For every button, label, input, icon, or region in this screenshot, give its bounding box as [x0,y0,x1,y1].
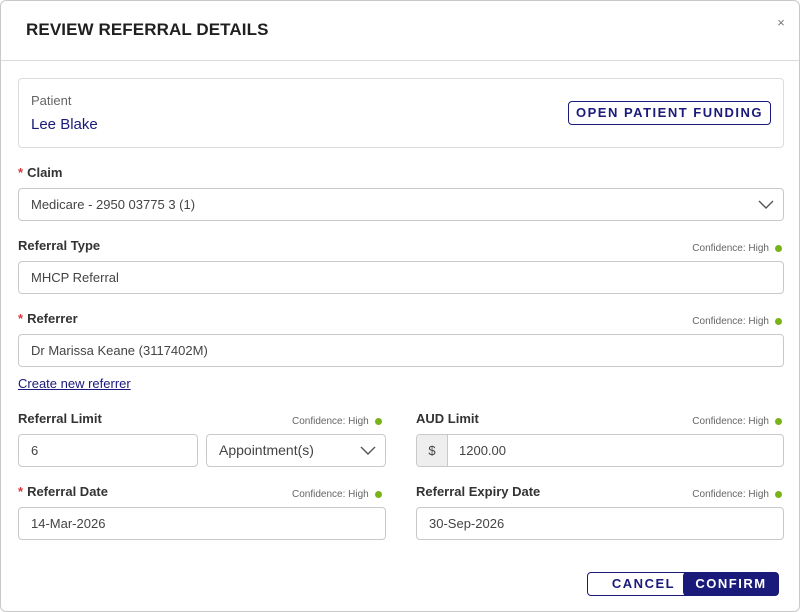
referral-limit-value: 6 [31,443,39,458]
referrer-confidence: Confidence: High [692,316,782,327]
confidence-indicator-icon [775,318,782,325]
chevron-down-icon [758,200,774,209]
referral-limit-confidence: Confidence: High [292,416,382,427]
claim-select-value: Medicare - 2950 03775 3 (1) [31,197,196,212]
referral-date-label: * Referral Date [18,484,108,499]
referral-type-confidence: Confidence: High [692,243,782,254]
modal-title: REVIEW REFERRAL DETAILS [26,20,269,39]
review-referral-modal: REVIEW REFERRAL DETAILS × Patient Lee Bl… [0,0,800,612]
referral-limit-unit-value: Appointment(s) [219,442,314,458]
referral-date-input[interactable]: 14-Mar-2026 [18,507,386,540]
referral-limit-label: Referral Limit [18,411,102,426]
confidence-indicator-icon [775,245,782,252]
referral-type-label: Referral Type [18,238,101,253]
confidence-text: Confidence: High [692,316,769,327]
confidence-text: Confidence: High [292,489,369,500]
patient-name: Lee Blake [31,116,98,133]
referrer-value: Dr Marissa Keane (3117402M) [31,343,208,358]
referral-date-confidence: Confidence: High [292,489,382,500]
confidence-text: Confidence: High [692,489,769,500]
referral-limit-input[interactable]: 6 [18,434,198,467]
close-icon[interactable]: × [774,16,788,30]
referral-expiry-label: Referral Expiry Date [416,484,541,499]
referral-expiry-confidence: Confidence: High [692,489,782,500]
referrer-input[interactable]: Dr Marissa Keane (3117402M) [18,334,784,367]
aud-limit-input[interactable]: $ 1200.00 [416,434,784,467]
referral-expiry-value: 30-Sep-2026 [429,516,505,531]
referral-limit-unit-select[interactable]: Appointment(s) [206,434,386,467]
patient-label: Patient [31,93,72,108]
chevron-down-icon [360,446,376,455]
confirm-button[interactable]: CONFIRM [683,572,779,596]
confidence-text: Confidence: High [292,416,369,427]
referral-type-value: MHCP Referral [31,270,119,285]
modal-header: REVIEW REFERRAL DETAILS × [1,1,799,61]
required-marker: * [18,311,24,326]
currency-prefix: $ [417,435,448,466]
required-marker: * [18,484,24,499]
patient-card: Patient Lee Blake OPEN PATIENT FUNDING [18,78,784,148]
confidence-indicator-icon [374,491,382,498]
confidence-indicator-icon [775,418,782,425]
aud-limit-label: AUD Limit [416,411,479,426]
claim-select[interactable]: Medicare - 2950 03775 3 (1) [18,188,784,221]
aud-limit-value: 1200.00 [459,443,506,458]
confidence-text: Confidence: High [692,243,769,254]
claim-label: * Claim [18,165,62,180]
referral-date-value: 14-Mar-2026 [31,516,106,531]
referrer-label: * Referrer [18,311,78,326]
confidence-indicator-icon [374,418,382,425]
referral-expiry-input[interactable]: 30-Sep-2026 [416,507,784,540]
confidence-indicator-icon [775,491,782,498]
create-new-referrer-link[interactable]: Create new referrer [18,376,131,391]
open-patient-funding-button[interactable]: OPEN PATIENT FUNDING [568,101,771,125]
claim-label-text: Claim [27,165,63,180]
aud-limit-confidence: Confidence: High [692,416,782,427]
referrer-label-text: Referrer [27,311,78,326]
referral-type-input[interactable]: MHCP Referral [18,261,784,294]
confidence-text: Confidence: High [692,416,769,427]
required-marker: * [18,165,24,180]
referral-date-label-text: Referral Date [27,484,108,499]
